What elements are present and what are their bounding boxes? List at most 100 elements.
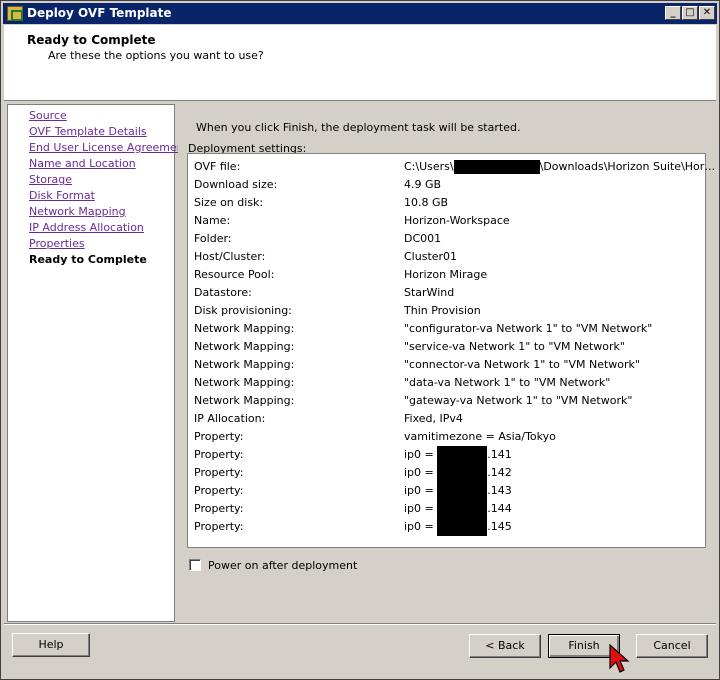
settings-row: Network Mapping: "configurator-va Network… xyxy=(188,320,705,338)
setting-value-prefix: ip0 = xyxy=(404,502,438,515)
redacted-block xyxy=(437,482,488,500)
setting-value-suffix: .143 xyxy=(487,484,512,497)
nav-step-ovf-template-details[interactable]: OVF Template Details xyxy=(29,125,147,138)
setting-key: Network Mapping: xyxy=(194,322,295,335)
setting-key: Network Mapping: xyxy=(194,340,295,353)
nav-step-network-mapping[interactable]: Network Mapping xyxy=(29,205,126,218)
setting-value: "gateway-va Network 1" to "VM Network" xyxy=(404,394,633,407)
settings-row: Property: vamitimezone = Asia/Tokyo xyxy=(188,428,705,446)
setting-value-prefix: ip0 = xyxy=(404,466,438,479)
setting-value-suffix: .142 xyxy=(487,466,512,479)
setting-value-prefix: ip0 = xyxy=(404,484,438,497)
setting-value: "configurator-va Network 1" to "VM Netwo… xyxy=(404,322,653,335)
close-button[interactable]: ✕ xyxy=(699,6,715,20)
nav-step-ip-address-allocation[interactable]: IP Address Allocation xyxy=(29,221,144,234)
setting-key: Network Mapping: xyxy=(194,376,295,389)
setting-key: Folder: xyxy=(194,232,232,245)
setting-key: Property: xyxy=(194,466,244,479)
setting-key: Property: xyxy=(194,484,244,497)
setting-key: Property: xyxy=(194,448,244,461)
power-on-checkbox[interactable] xyxy=(189,559,201,571)
setting-value: Thin Provision xyxy=(404,304,481,317)
deploy-ovf-window: Deploy OVF Template _ □ ✕ Ready to Compl… xyxy=(0,0,720,680)
setting-key: Resource Pool: xyxy=(194,268,275,281)
settings-row: Resource Pool: Horizon Mirage xyxy=(188,266,705,284)
settings-row: Network Mapping: "connector-va Network 1"… xyxy=(188,356,705,374)
mouse-pointer-icon xyxy=(609,644,630,673)
setting-key: Property: xyxy=(194,430,244,443)
title-bar: Deploy OVF Template _ □ ✕ xyxy=(3,3,717,24)
page-title: Ready to Complete xyxy=(27,33,156,47)
nav-step-name-and-location[interactable]: Name and Location xyxy=(29,157,136,170)
setting-value: vamitimezone = Asia/Tokyo xyxy=(404,430,556,443)
setting-key: Network Mapping: xyxy=(194,358,295,371)
settings-row: OVF file: C:\Users\ \Downloads\Horizon Sui… xyxy=(188,158,715,176)
settings-row: Network Mapping: "gateway-va Network 1" t… xyxy=(188,392,705,410)
setting-key: IP Allocation: xyxy=(194,412,266,425)
help-button[interactable]: Help xyxy=(12,633,90,657)
setting-value: ip0 = .145 xyxy=(404,518,512,536)
setting-key: OVF file: xyxy=(194,160,241,173)
setting-value: ip0 = .143 xyxy=(404,482,512,500)
setting-key: Name: xyxy=(194,214,231,227)
redacted-block xyxy=(437,464,488,482)
back-button[interactable]: < Back xyxy=(469,634,541,658)
settings-row: Datastore: StarWind xyxy=(188,284,705,302)
settings-row: Property: ip0 = .144 xyxy=(188,500,705,518)
setting-value-suffix: .144 xyxy=(487,502,512,515)
setting-value: ip0 = .141 xyxy=(404,446,512,464)
setting-value: ip0 = .144 xyxy=(404,500,512,518)
redacted-block xyxy=(437,518,488,536)
setting-value: Horizon Mirage xyxy=(404,268,488,281)
setting-value-prefix: C:\Users\ xyxy=(404,160,454,173)
redacted-block xyxy=(453,160,540,174)
settings-row: Property: ip0 = .143 xyxy=(188,482,705,500)
setting-key: Host/Cluster: xyxy=(194,250,266,263)
nav-step-disk-format[interactable]: Disk Format xyxy=(29,189,95,202)
setting-key: Size on disk: xyxy=(194,196,264,209)
minimize-button[interactable]: _ xyxy=(665,6,681,20)
setting-value: 10.8 GB xyxy=(404,196,449,209)
setting-key: Disk provisioning: xyxy=(194,304,292,317)
nav-step-properties[interactable]: Properties xyxy=(29,237,85,250)
settings-row: Folder: DC001 xyxy=(188,230,705,248)
settings-row: Download size: 4.9 GB xyxy=(188,176,705,194)
setting-value-prefix: ip0 = xyxy=(404,520,438,533)
main-content: When you click Finish, the deployment ta… xyxy=(178,104,715,622)
setting-key: Network Mapping: xyxy=(194,394,295,407)
redacted-block xyxy=(437,446,488,464)
setting-key: Property: xyxy=(194,502,244,515)
nav-step-end-user-license-agreement[interactable]: End User License Agreement xyxy=(29,141,188,154)
settings-row: Property: ip0 = .145 xyxy=(188,518,705,536)
setting-value-suffix: \Downloads\Horizon Suite\Hor… xyxy=(539,160,716,173)
nav-step-storage[interactable]: Storage xyxy=(29,173,72,186)
setting-value: "connector-va Network 1" to "VM Network" xyxy=(404,358,640,371)
settings-row: Name: Horizon-Workspace xyxy=(188,212,705,230)
settings-row: Network Mapping: "service-va Network 1" t… xyxy=(188,338,705,356)
vsphere-app-icon xyxy=(7,6,23,21)
wizard-header: Ready to Complete Are these the options … xyxy=(4,25,716,101)
setting-value: Horizon-Workspace xyxy=(404,214,510,227)
footer-divider xyxy=(4,623,716,625)
wizard-steps-nav: Source OVF Template Details End User Licen… xyxy=(7,104,188,622)
settings-row: Size on disk: 10.8 GB xyxy=(188,194,705,212)
settings-row: Network Mapping: "data-va Network 1" to "… xyxy=(188,374,705,392)
maximize-button[interactable]: □ xyxy=(682,6,698,20)
setting-value: ip0 = .142 xyxy=(404,464,512,482)
intro-text: When you click Finish, the deployment ta… xyxy=(196,121,521,134)
settings-row: Property: ip0 = .142 xyxy=(188,464,705,482)
settings-row: Host/Cluster: Cluster01 xyxy=(188,248,705,266)
nav-step-ready-to-complete: Ready to Complete xyxy=(29,253,147,266)
setting-value-suffix: .145 xyxy=(487,520,512,533)
setting-value: C:\Users\ \Downloads\Horizon Suite\Hor… xyxy=(404,160,715,174)
setting-value: "service-va Network 1" to "VM Network" xyxy=(404,340,625,353)
deployment-settings-table[interactable]: OVF file: C:\Users\ \Downloads\Horizon Sui… xyxy=(187,153,715,548)
setting-value-prefix: ip0 = xyxy=(404,448,438,461)
setting-value: 4.9 GB xyxy=(404,178,442,191)
cancel-button[interactable]: Cancel xyxy=(636,634,708,658)
setting-key: Datastore: xyxy=(194,286,252,299)
power-on-option[interactable]: Power on after deployment xyxy=(189,559,357,572)
nav-step-source[interactable]: Source xyxy=(29,109,67,122)
setting-value: Cluster01 xyxy=(404,250,458,263)
settings-row: Disk provisioning: Thin Provision xyxy=(188,302,705,320)
